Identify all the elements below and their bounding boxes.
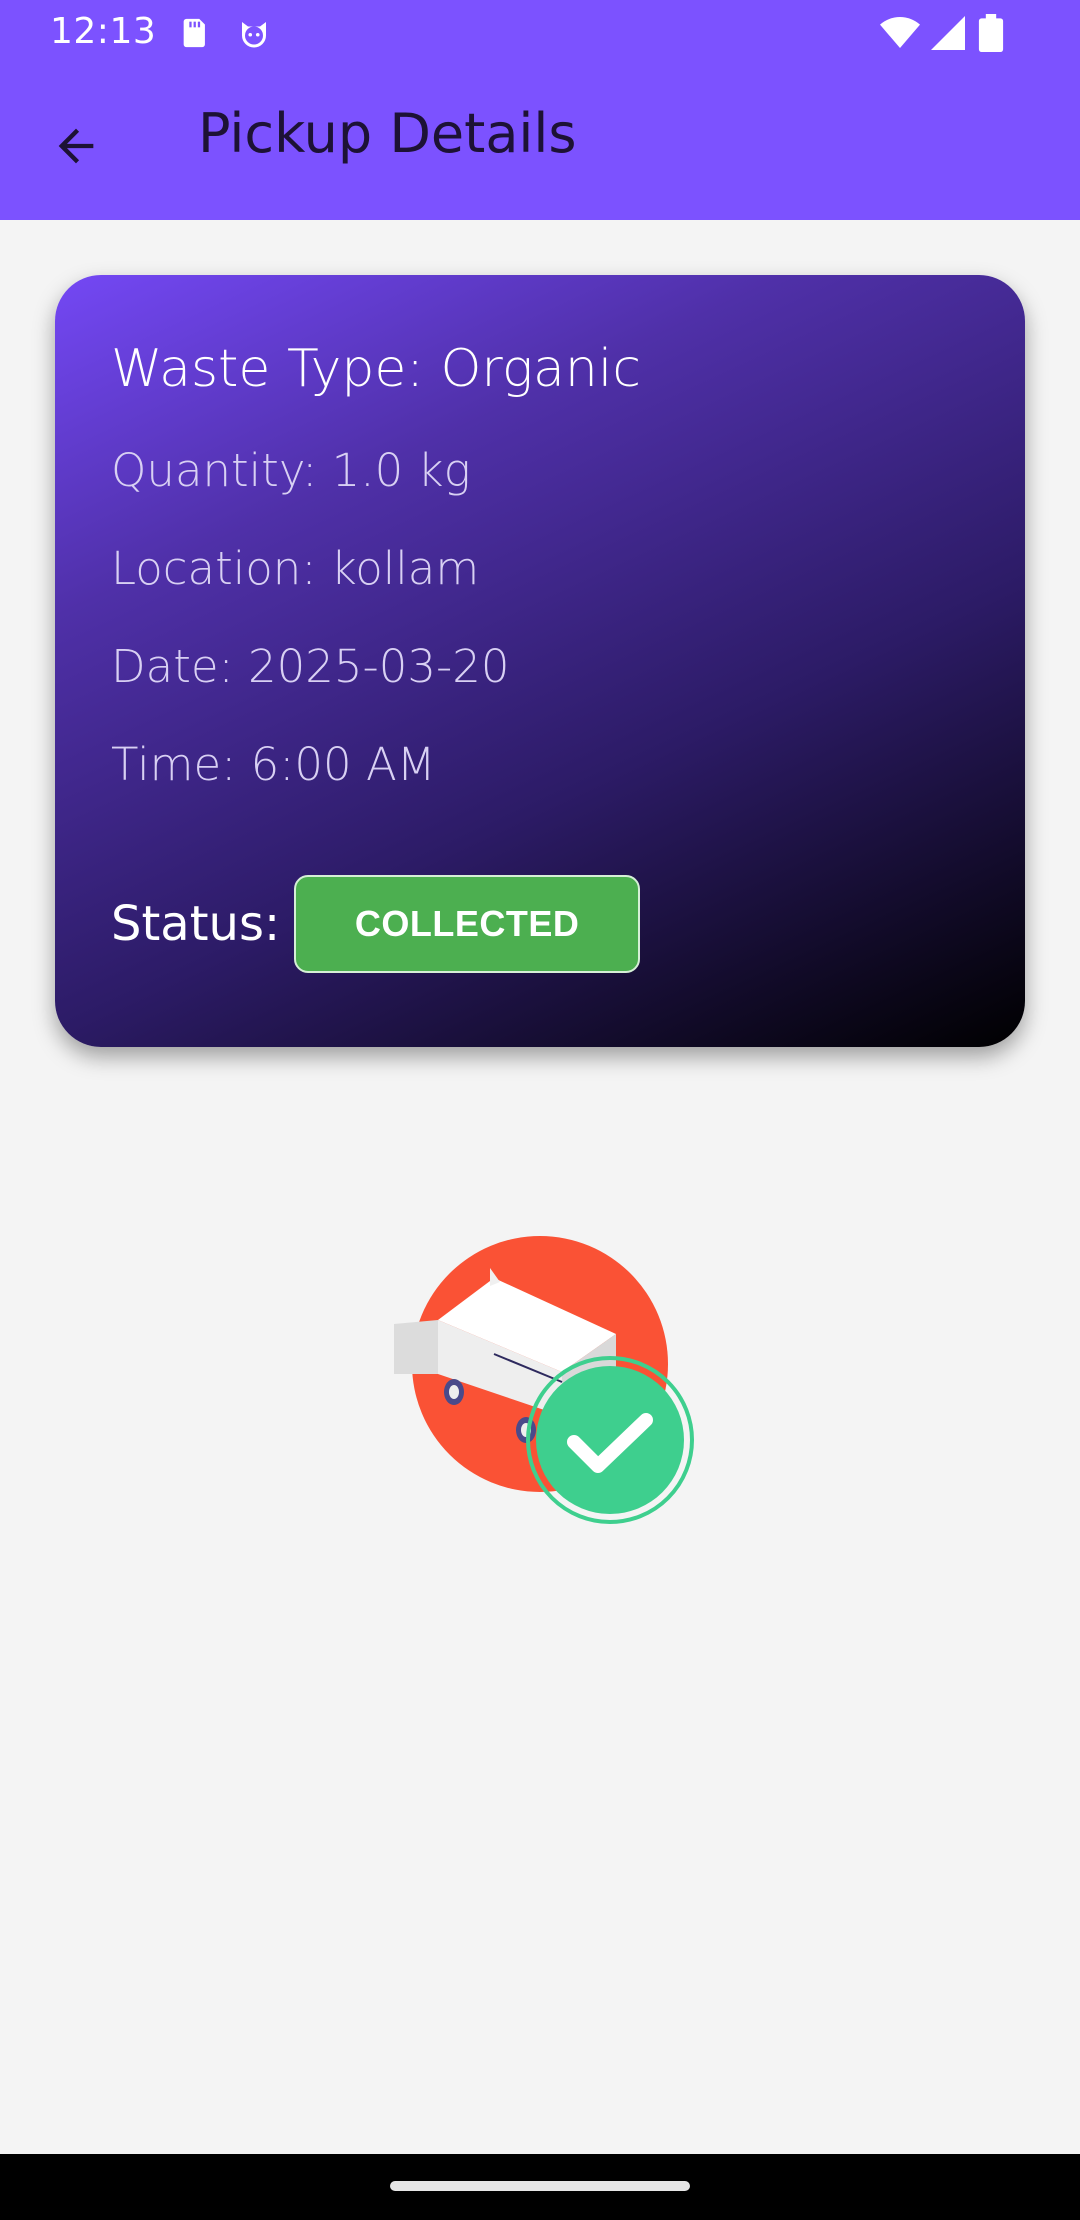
wifi-icon (880, 16, 920, 54)
sd-card-icon (178, 16, 212, 54)
cat-face-icon (236, 16, 272, 56)
date-text: Date: 2025-03-20 (111, 640, 510, 693)
page-title: Pickup Details (198, 102, 577, 165)
status-label: Status: (111, 896, 281, 952)
status-badge: COLLECTED (294, 875, 641, 973)
quantity-text: Quantity: 1.0 kg (111, 444, 471, 497)
truck-collected-check-icon (390, 1230, 700, 1530)
status-time: 12:13 (50, 11, 157, 52)
status-row: Status: COLLECTED (111, 875, 641, 973)
time-text: Time: 6:00 AM (111, 738, 436, 791)
arrow-back-icon (50, 120, 102, 176)
battery-icon (978, 14, 1004, 56)
waste-type-text: Waste Type: Organic (111, 339, 641, 399)
status-bar: 12:13 (0, 0, 1080, 64)
app-bar: Pickup Details (0, 64, 1080, 220)
back-button[interactable] (40, 112, 112, 184)
pickup-details-card: Waste Type: Organic Quantity: 1.0 kg Loc… (55, 275, 1025, 1047)
navigation-bar (0, 2154, 1080, 2220)
location-text: Location: kollam (111, 542, 480, 595)
cell-signal-icon (930, 16, 966, 54)
home-indicator[interactable] (390, 2181, 690, 2191)
